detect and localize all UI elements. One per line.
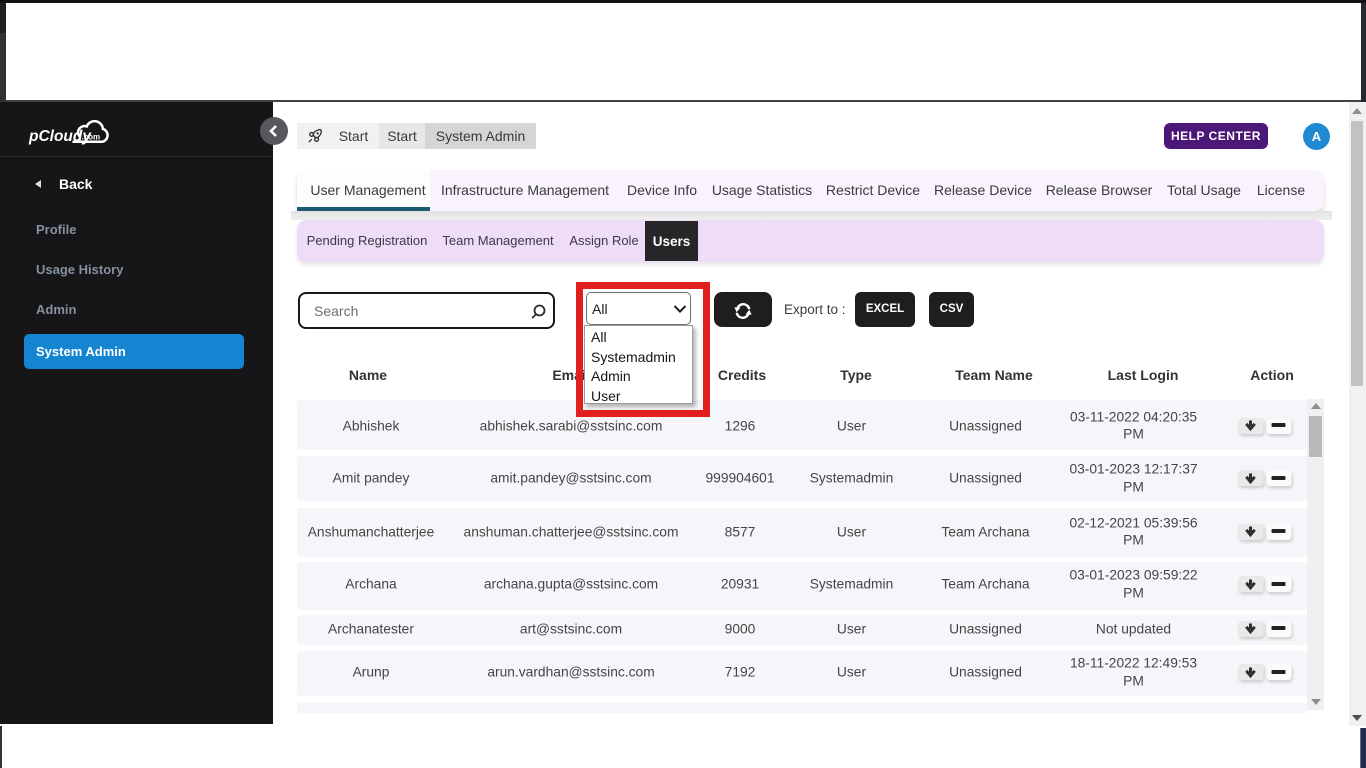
- svg-text:.com: .com: [82, 133, 101, 142]
